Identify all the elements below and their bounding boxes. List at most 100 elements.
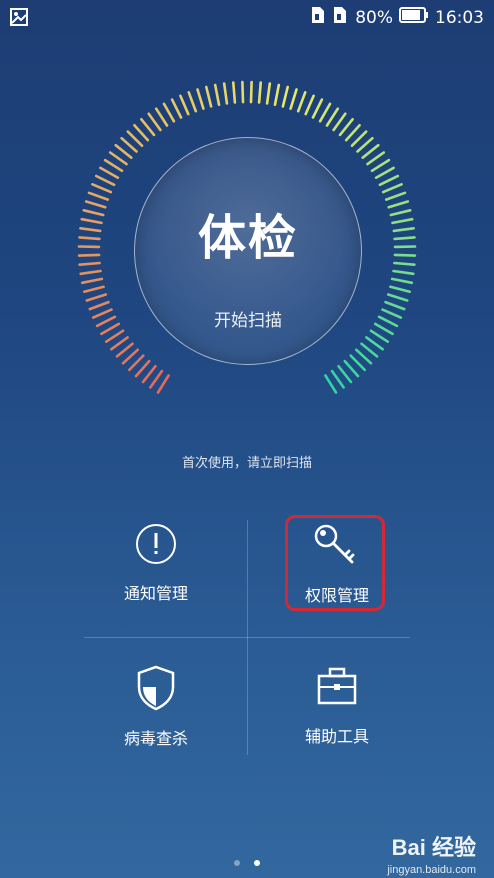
tool-label: 通知管理 xyxy=(123,584,188,603)
clock: 16:03 xyxy=(435,7,484,28)
gauge-tick xyxy=(84,200,107,209)
gauge-tick xyxy=(241,80,245,104)
gauge-tick xyxy=(393,261,416,266)
gauge-tick xyxy=(392,269,415,276)
gauge-tick xyxy=(384,191,407,201)
start-scan-button[interactable]: 体检 开始扫描 xyxy=(134,137,362,365)
gauge-tick xyxy=(79,269,102,276)
gauge-tick xyxy=(121,348,139,365)
battery-icon xyxy=(399,7,429,28)
gauge-tick xyxy=(222,82,229,105)
gauge-tick xyxy=(79,227,102,233)
gauge-tick xyxy=(318,102,332,123)
gauge-tick xyxy=(366,151,386,166)
toolbox-icon xyxy=(257,665,417,713)
gauge-tick xyxy=(369,329,390,344)
battery-percent: 80% xyxy=(355,7,393,28)
gauge-tick xyxy=(360,342,379,358)
gauge-tick xyxy=(104,329,125,344)
gauge-tick xyxy=(110,336,129,351)
gauge-tick xyxy=(91,183,113,194)
gauge-tick xyxy=(108,151,128,166)
gauge-tick xyxy=(82,209,105,217)
gauge-tick xyxy=(187,91,198,113)
gauge-tick xyxy=(325,107,340,127)
page-dot-1 xyxy=(234,860,241,866)
gauge-tick xyxy=(391,217,414,225)
gauge-tick xyxy=(128,354,145,372)
gauge-tick xyxy=(356,136,374,153)
gauge-tick xyxy=(332,112,347,132)
gauge-tick xyxy=(381,183,403,194)
gauge-tick xyxy=(140,117,156,137)
gauge-tick xyxy=(88,300,110,311)
gauge-tick xyxy=(389,285,412,293)
gauge-tick xyxy=(154,107,169,127)
gauge-tick xyxy=(311,98,324,119)
gauge-tick xyxy=(273,83,281,107)
gauge-tick xyxy=(85,293,108,302)
gauge-tick xyxy=(349,354,367,372)
gauge-tick xyxy=(78,261,101,266)
gallery-notification-icon xyxy=(10,8,28,30)
scan-hint: 首次使用，请立即扫描 xyxy=(181,456,312,471)
watermark-url: jingyan.baidu.com xyxy=(387,864,476,876)
gauge-tick xyxy=(91,308,113,319)
gauge-tick xyxy=(126,130,144,147)
baidu-jingyan-watermark: Bai 经验 jingyan.baidu.com xyxy=(387,830,476,876)
gauge-tick xyxy=(350,130,368,147)
gauge-tick xyxy=(133,124,150,142)
gauge-tick xyxy=(196,88,205,110)
gauge-tick xyxy=(392,227,415,233)
gauge-tick xyxy=(338,117,354,137)
gauge-tick xyxy=(120,136,138,153)
gauge-tick xyxy=(390,277,414,285)
gauge-tick xyxy=(149,369,164,389)
tool-label: 辅助工具 xyxy=(304,727,369,746)
gauge-tick xyxy=(78,236,101,241)
gauge-tick xyxy=(296,91,307,113)
gauge-tick xyxy=(265,82,272,105)
gauge-tick xyxy=(213,83,221,107)
gauge-tick xyxy=(344,124,361,142)
tool-assistant-tools[interactable]: 辅助工具 xyxy=(257,665,417,775)
gauge-tick xyxy=(141,364,157,384)
gauge-tick xyxy=(99,166,120,179)
gauge-tick xyxy=(95,315,117,328)
gauge-tick xyxy=(330,369,345,389)
gauge-tick xyxy=(257,81,263,104)
shield-icon xyxy=(76,665,236,715)
gauge-tick xyxy=(393,253,417,257)
grid-divider-horizontal xyxy=(84,637,410,638)
gauge-tick xyxy=(361,143,380,159)
gauge-tick xyxy=(373,322,394,336)
gauge-tick xyxy=(103,158,124,173)
gauge-tick xyxy=(162,102,176,123)
tool-virus-scan[interactable]: 病毒查杀 xyxy=(76,665,236,775)
gauge-tick xyxy=(232,81,237,104)
gauge-tick xyxy=(389,209,412,217)
notification-icon xyxy=(76,522,236,570)
tool-notification-management[interactable]: 通知管理 xyxy=(76,522,236,632)
gauge-tick xyxy=(87,191,110,201)
gauge-tick xyxy=(354,348,373,365)
gauge-tick xyxy=(386,293,409,302)
gauge-tick xyxy=(343,359,360,378)
gauge-tick xyxy=(393,236,416,241)
start-scan-label: 开始扫描 xyxy=(214,311,282,331)
gauge-tick xyxy=(249,80,253,104)
sim1-icon xyxy=(309,6,325,29)
gauge-tick xyxy=(365,336,384,351)
gauge-tick xyxy=(324,374,338,394)
gauge-tick xyxy=(387,200,410,209)
gauge-tick xyxy=(147,112,162,132)
gauge-tick xyxy=(80,217,103,225)
gauge-tick xyxy=(205,85,213,108)
scan-title: 体检 xyxy=(197,210,298,266)
gauge-tick xyxy=(134,359,151,378)
gauge-tick xyxy=(370,158,391,173)
gauge-tick xyxy=(83,285,105,293)
gauge-tick xyxy=(337,364,353,384)
gauge-tick xyxy=(114,143,133,159)
status-bar: 80% 16:03 xyxy=(0,0,494,36)
